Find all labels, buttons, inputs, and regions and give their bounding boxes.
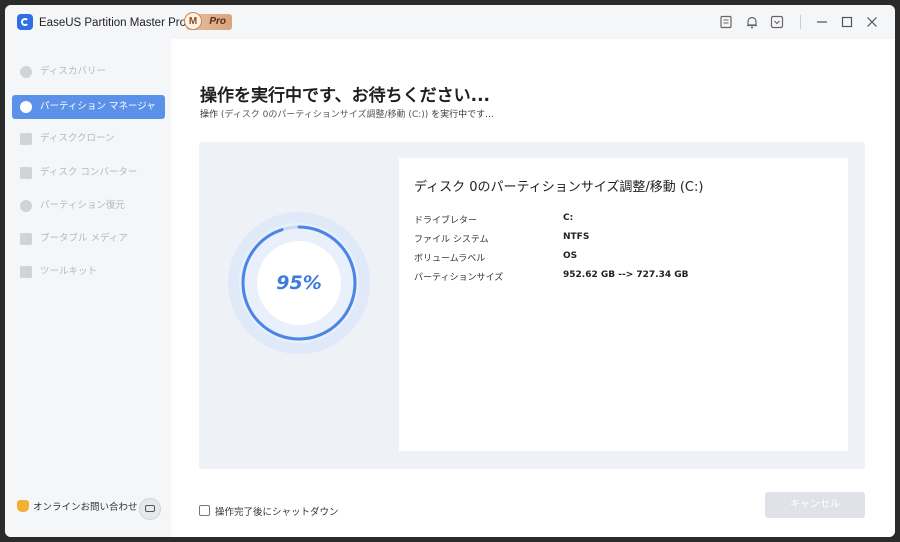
online-contact-link[interactable]: オンラインお問い合わせ [17, 500, 138, 516]
app-title: EaseUS Partition Master Pro版 [39, 17, 198, 29]
notes-icon[interactable] [719, 15, 733, 29]
app-window: EaseUS Partition Master Pro版 M Pro ディスカバ… [5, 5, 895, 537]
disk-converter-icon [20, 167, 32, 179]
close-icon[interactable] [863, 13, 881, 31]
detail-label-volume-label: ボリュームラベル [414, 254, 486, 264]
bell-icon[interactable] [745, 15, 759, 29]
shutdown-label: 操作完了後にシャットダウン [215, 507, 339, 518]
operation-title: ディスク 0のパーティションサイズ調整/移動 (C:) [414, 180, 704, 195]
operation-panel: 95% ディスク 0のパーティションサイズ調整/移動 (C:) ドライブレター … [199, 142, 865, 469]
feedback-chat-button[interactable] [139, 498, 161, 520]
main-content: 操作を実行中です、お待ちください... 操作 (ディスク 0のパーティションサイ… [171, 39, 895, 537]
maximize-icon[interactable] [838, 13, 856, 31]
progress-ring: 95% [226, 210, 372, 356]
sidebar-item-label: パーティション復元 [40, 200, 125, 211]
app-logo-icon [17, 14, 33, 30]
title-bar: EaseUS Partition Master Pro版 M Pro [5, 5, 895, 39]
sidebar-item-discovery[interactable]: ディスカバリー [12, 60, 165, 84]
disk-clone-icon [20, 133, 32, 145]
status-operation: (ディスク 0のパーティションサイズ調整/移動 (C:)) [220, 110, 429, 120]
pro-badge-label: Pro [209, 16, 226, 27]
sidebar-item-label: ディスカバリー [40, 66, 106, 77]
sidebar-item-label: ディスク コンバーター [40, 167, 138, 178]
titlebar-separator [800, 15, 801, 29]
shutdown-after-completion[interactable]: 操作完了後にシャットダウン [199, 505, 339, 520]
sidebar-item-toolkit[interactable]: ツールキット [12, 260, 165, 284]
pro-badge-letter: M [184, 12, 202, 30]
sidebar-item-partition-recovery[interactable]: パーティション復元 [12, 194, 165, 218]
pie-chart-icon [20, 101, 32, 113]
sidebar-item-label: ツールキット [40, 266, 98, 277]
online-contact-label: オンラインお問い合わせ [33, 502, 138, 513]
sidebar-item-label: ディスククローン [40, 133, 115, 144]
progress-percent: 95% [276, 272, 322, 294]
detail-value-volume-label: OS [563, 251, 578, 261]
detail-label-drive-letter: ドライブレター [414, 216, 478, 226]
detail-label-partition-size: パーティションサイズ [414, 273, 504, 283]
dropdown-box-icon[interactable] [770, 15, 784, 29]
detail-label-file-system: ファイル システム [414, 235, 489, 245]
bootable-media-icon [20, 233, 32, 245]
cancel-button[interactable]: キャンセル [765, 492, 865, 518]
waving-hand-icon [17, 500, 29, 512]
sidebar-item-label: ブータブル メディア [40, 233, 128, 244]
status-suffix: を実行中です... [428, 110, 494, 120]
sidebar-item-disk-converter[interactable]: ディスク コンバーター [12, 161, 165, 185]
partition-recovery-icon [20, 200, 32, 212]
minimize-icon[interactable] [813, 13, 831, 31]
operation-status-text: 操作 (ディスク 0のパーティションサイズ調整/移動 (C:)) を実行中です.… [200, 107, 494, 120]
sidebar: ディスカバリー パーティション マネージャー ディスククローン ディスク コンバ… [5, 39, 170, 537]
sidebar-item-partition-manager[interactable]: パーティション マネージャー [12, 95, 165, 136]
pro-badge: M Pro [184, 12, 232, 30]
operation-details-card: ディスク 0のパーティションサイズ調整/移動 (C:) ドライブレター C: フ… [399, 158, 848, 451]
status-prefix: 操作 [200, 110, 221, 120]
sidebar-item-disk-clone[interactable]: ディスククローン [12, 127, 165, 151]
toolkit-icon [20, 266, 32, 278]
detail-value-file-system: NTFS [563, 232, 590, 242]
shutdown-checkbox[interactable] [199, 505, 210, 516]
detail-value-partition-size: 952.62 GB --> 727.34 GB [563, 270, 689, 280]
sidebar-item-bootable-media[interactable]: ブータブル メディア [12, 227, 165, 251]
page-title: 操作を実行中です、お待ちください... [200, 86, 491, 106]
compass-icon [20, 66, 32, 78]
detail-value-drive-letter: C: [563, 213, 574, 223]
